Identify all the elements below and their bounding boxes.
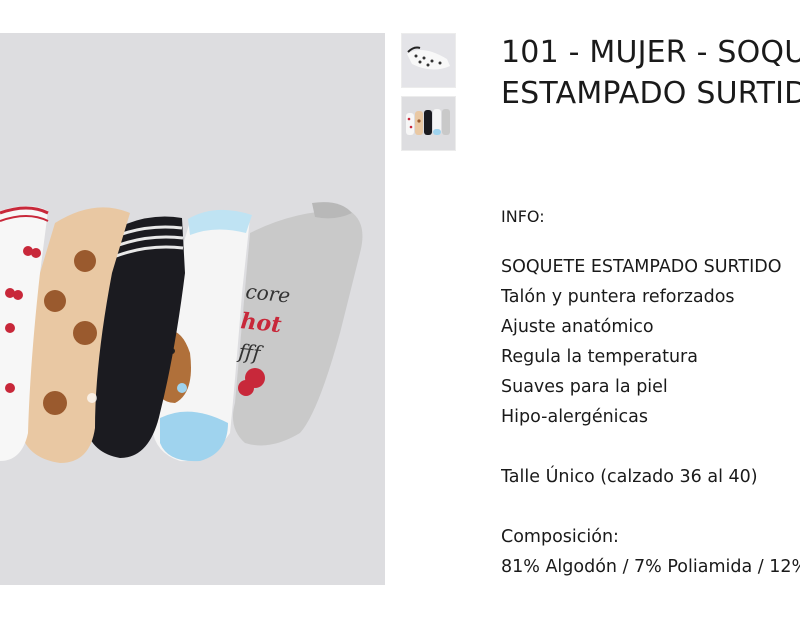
feature-item: Hipo-alergénicas <box>501 407 649 427</box>
product-title: 101 - MUJER - SOQUETE ESTAMPADO SURTIDO <box>501 32 800 114</box>
composition-info: Composición: 81% Algodón / 7% Poliamida … <box>501 522 800 582</box>
feature-item: Suaves para la piel <box>501 377 668 397</box>
composition-label: Composición: <box>501 527 619 547</box>
product-info: 101 - MUJER - SOQUETE ESTAMPADO SURTIDO … <box>501 32 800 592</box>
product-title-line-2: ESTAMPADO SURTIDO <box>501 76 800 111</box>
feature-item: SOQUETE ESTAMPADO SURTIDO <box>501 257 782 277</box>
feature-item: Ajuste anatómico <box>501 317 654 337</box>
size-text: Talle Único (calzado 36 al 40) <box>501 467 758 487</box>
thumbnail-2[interactable] <box>401 96 456 151</box>
svg-text:hot: hot <box>239 308 282 338</box>
thumbnail-1[interactable] <box>401 33 456 88</box>
size-info: Talle Único (calzado 36 al 40) <box>501 462 758 492</box>
product-title-line-1: 101 - MUJER - SOQUETE <box>501 35 800 70</box>
composition-text: 81% Algodón / 7% Poliamida / 12% Elastan… <box>501 557 800 577</box>
main-product-image[interactable]: core hot fff <box>0 33 385 585</box>
feature-item: Talón y puntera reforzados <box>501 287 735 307</box>
info-label: INFO: <box>501 207 545 226</box>
svg-text:core: core <box>244 279 291 308</box>
feature-item: Regula la temperatura <box>501 347 698 367</box>
feature-list: SOQUETE ESTAMPADO SURTIDO Talón y punter… <box>501 252 782 432</box>
